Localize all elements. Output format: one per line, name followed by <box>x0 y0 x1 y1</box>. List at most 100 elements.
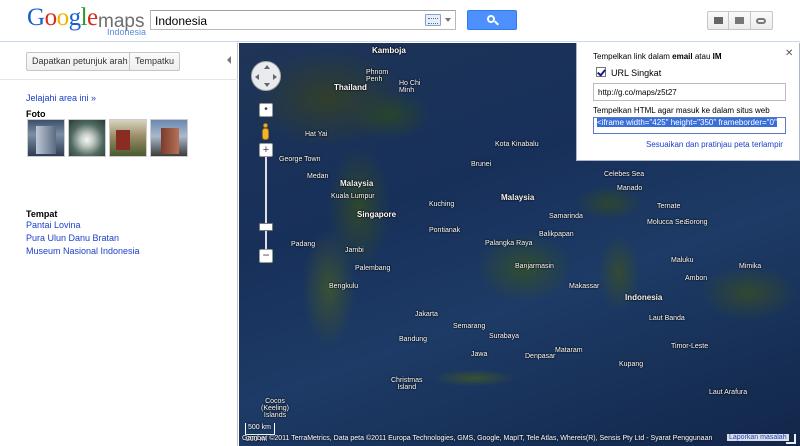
google-maps-window: Google maps Indonesia Dapatkan petunjuk … <box>0 0 800 446</box>
pegman-icon[interactable] <box>261 123 270 141</box>
short-url-checkbox[interactable] <box>596 67 606 77</box>
map-label: Medan <box>307 173 329 180</box>
search-box <box>150 10 456 30</box>
logo-letter: G <box>27 4 45 31</box>
map-copyright: Gambar ©2011 TerraMetrics, Data peta ©20… <box>242 435 713 442</box>
keyboard-icon[interactable] <box>425 14 441 26</box>
pan-control[interactable] <box>251 61 281 91</box>
map-label: Timor-Leste <box>671 343 709 350</box>
map-label: Thailand <box>334 83 367 92</box>
zoom-out-button[interactable]: − <box>259 249 273 263</box>
zoom-slider-handle[interactable] <box>259 223 273 231</box>
map-label: Palembang <box>355 265 391 272</box>
map-label: Manado <box>617 185 643 192</box>
short-url-field[interactable] <box>593 83 786 101</box>
map-label: Sorong <box>685 219 708 226</box>
photo-thumbnail[interactable] <box>68 119 106 157</box>
map-label: Hat Yai <box>305 131 328 138</box>
report-problem-link[interactable]: Laporkan masalah <box>727 434 789 441</box>
link-icon <box>756 18 766 24</box>
logo-letter: o <box>56 4 70 31</box>
map-label: Kamboja <box>372 46 406 55</box>
photo-thumbnail[interactable] <box>109 119 147 157</box>
zoom-dot-button[interactable]: • <box>259 103 273 117</box>
map-label: Maluku <box>671 257 694 264</box>
map-label: Kota Kinabalu <box>495 141 539 148</box>
zoom-in-button[interactable]: + <box>259 143 273 157</box>
photos-heading: Foto <box>26 109 46 119</box>
collapse-sidebar-icon[interactable] <box>227 56 231 64</box>
pan-right-icon[interactable] <box>273 74 277 80</box>
place-link-pantai-lovina[interactable]: Pantai Lovina <box>26 220 81 230</box>
resize-corner-icon[interactable] <box>786 434 796 444</box>
logo-letter: e <box>87 4 98 31</box>
map-label: Mataram <box>555 347 583 354</box>
search-input[interactable] <box>155 13 417 28</box>
map-label: Laut Banda <box>649 315 685 322</box>
logo-country: Indonesia <box>107 27 147 37</box>
map-label: Kuching <box>429 201 455 208</box>
map-label: Singapore <box>357 210 397 219</box>
envelope-icon <box>735 17 744 24</box>
zoom-slider-track[interactable] <box>265 157 267 251</box>
email-im-title: Tempelkan link dalam email atau IM <box>593 52 722 61</box>
link-button[interactable] <box>751 11 773 30</box>
map-label: Jakarta <box>415 311 438 318</box>
places-heading: Tempat <box>26 209 58 219</box>
map-label: Kuala Lumpur <box>331 193 375 200</box>
map-label: Padang <box>291 241 316 248</box>
map-label: Ambon <box>685 275 708 282</box>
map-label: Celebes Sea <box>604 171 645 178</box>
map-label: Jawa <box>471 351 488 358</box>
pan-left-icon[interactable] <box>255 74 259 80</box>
explore-area-link[interactable]: Jelajahi area ini » <box>26 93 96 103</box>
map-label: Brunei <box>471 161 492 168</box>
place-link-pura-ulun-danu-bratan[interactable]: Pura Ulun Danu Bratan <box>26 233 119 243</box>
map-label: Ternate <box>657 203 681 210</box>
link-share-panel: ✕ Tempelkan link dalam email atau IM URL… <box>576 43 800 161</box>
print-button[interactable] <box>707 11 729 30</box>
embed-html-title: Tempelkan HTML agar masuk ke dalam situs… <box>593 106 770 115</box>
photo-thumbnail[interactable] <box>150 119 188 157</box>
my-places-button[interactable]: Tempatku <box>129 52 181 71</box>
sidebar: Dapatkan petunjuk arah Tempatku Jelajahi… <box>0 43 238 446</box>
pan-up-icon[interactable] <box>264 65 270 69</box>
customize-preview-link[interactable]: Sesuaikan dan pratinjau peta terlampir <box>646 140 783 149</box>
printer-icon <box>714 17 723 24</box>
map-label: Palangka Raya <box>485 240 533 247</box>
map-label: Balikpapan <box>539 231 574 238</box>
email-button[interactable] <box>729 11 751 30</box>
place-link-museum-nasional[interactable]: Museum Nasional Indonesia <box>26 246 140 256</box>
photo-thumbnail[interactable] <box>27 119 65 157</box>
map-label: Semarang <box>453 323 486 330</box>
map-label: Banjarmasin <box>515 263 554 270</box>
map-label: Makassar <box>569 283 600 290</box>
map-label: Jambi <box>345 247 364 254</box>
scale-label-km: 500 km <box>248 424 271 431</box>
map-label: Samarinda <box>549 213 583 220</box>
map-label: Ho Chi Minh <box>399 80 421 94</box>
sidebar-toolbar: Dapatkan petunjuk arah Tempatku <box>0 43 238 80</box>
pan-down-icon[interactable] <box>264 83 270 87</box>
map-label: Malaysia <box>340 179 374 188</box>
map-label: Mimika <box>739 263 762 270</box>
header: Google maps Indonesia <box>0 0 800 42</box>
chevron-down-icon[interactable] <box>445 18 451 22</box>
map-label: Denpasar <box>525 353 556 360</box>
map-label: Laut Arafura <box>709 389 748 396</box>
satellite-map[interactable]: Kamboja Phnom Penh Ho Chi Minh Thailand … <box>239 43 800 446</box>
embed-html-field[interactable]: <iframe width="425" height="350" framebo… <box>593 117 786 134</box>
map-label: Cocos (Keeling) Islands <box>261 398 290 419</box>
google-maps-logo[interactable]: Google maps Indonesia <box>27 4 147 38</box>
close-icon[interactable]: ✕ <box>785 48 793 59</box>
logo-letter: o <box>44 4 58 31</box>
get-directions-button[interactable]: Dapatkan petunjuk arah <box>26 52 134 71</box>
map-label: George Town <box>279 156 321 163</box>
map-label: Surabaya <box>489 333 519 340</box>
logo-letter: g <box>68 4 82 31</box>
map-label: Molucca Sea <box>647 219 688 226</box>
short-url-label: URL Singkat <box>611 68 662 78</box>
map-label: Malaysia <box>501 193 535 202</box>
search-button[interactable] <box>467 10 517 30</box>
map-label: Bengkulu <box>329 283 359 290</box>
